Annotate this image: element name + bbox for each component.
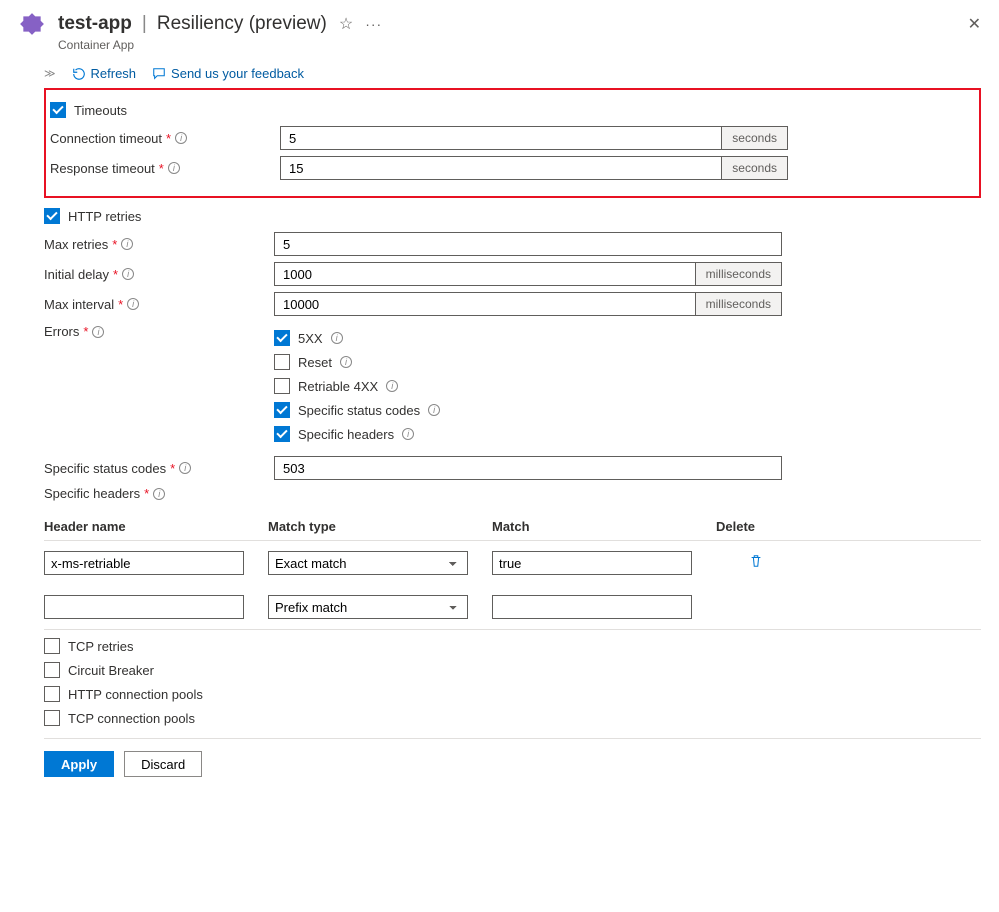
specific-headers-table: Header name Match type Match Delete Exac… [44,513,981,630]
timeouts-label: Timeouts [74,103,127,118]
max-retries-input[interactable] [274,232,782,256]
response-timeout-input[interactable] [280,156,722,180]
feedback-button[interactable]: Send us your feedback [152,66,304,81]
error-specific-codes-checkbox[interactable] [274,402,290,418]
connection-timeout-unit: seconds [722,126,788,150]
refresh-icon [72,67,86,81]
header-name-input[interactable] [44,595,244,619]
info-icon[interactable] [153,488,165,500]
info-icon[interactable] [386,380,398,392]
max-interval-input[interactable] [274,292,696,316]
table-row: Exact match [44,541,981,585]
delete-row-button[interactable] [716,554,796,572]
info-icon[interactable] [331,332,343,344]
error-specific-headers-checkbox[interactable] [274,426,290,442]
max-interval-unit: milliseconds [696,292,782,316]
resource-type-label: Container App [58,38,999,60]
error-reset-checkbox[interactable] [274,354,290,370]
match-type-select[interactable]: Exact match [268,551,468,575]
match-type-select[interactable]: Prefix match [268,595,468,619]
tcp-pools-checkbox[interactable] [44,710,60,726]
info-icon[interactable] [122,268,134,280]
feedback-icon [152,67,166,81]
match-input[interactable] [492,595,692,619]
initial-delay-input[interactable] [274,262,696,286]
page-section: Resiliency (preview) [157,13,327,35]
app-icon [18,10,46,38]
page-title: test-app | Resiliency (preview) [58,13,327,35]
col-match: Match [492,519,692,534]
max-interval-label: Max interval* [44,297,264,312]
response-timeout-unit: seconds [722,156,788,180]
info-icon[interactable] [168,162,180,174]
connection-timeout-input[interactable] [280,126,722,150]
expand-sidebar-icon[interactable]: ≫ [44,67,56,80]
initial-delay-unit: milliseconds [696,262,782,286]
trash-icon [749,554,763,568]
header-name-input[interactable] [44,551,244,575]
circuit-breaker-checkbox[interactable] [44,662,60,678]
http-pools-checkbox[interactable] [44,686,60,702]
errors-label: Errors* [44,322,264,339]
error-5xx-checkbox[interactable] [274,330,290,346]
discard-button[interactable]: Discard [124,751,202,777]
apply-button[interactable]: Apply [44,751,114,777]
more-menu-icon[interactable]: ··· [365,16,382,32]
timeouts-highlight-box: Timeouts Connection timeout* seconds Res… [44,88,981,198]
table-row: Prefix match [44,585,981,630]
initial-delay-label: Initial delay* [44,267,264,282]
info-icon[interactable] [428,404,440,416]
http-retries-checkbox[interactable] [44,208,60,224]
specific-codes-label: Specific status codes* [44,461,264,476]
info-icon[interactable] [127,298,139,310]
tcp-retries-checkbox[interactable] [44,638,60,654]
refresh-button[interactable]: Refresh [72,66,137,81]
info-icon[interactable] [92,326,104,338]
timeouts-checkbox[interactable] [50,102,66,118]
col-delete: Delete [716,519,796,534]
match-input[interactable] [492,551,692,575]
error-retriable4xx-checkbox[interactable] [274,378,290,394]
col-header-name: Header name [44,519,244,534]
specific-codes-input[interactable] [274,456,782,480]
response-timeout-label: Response timeout* [50,161,270,176]
close-icon[interactable]: ✕ [968,14,981,34]
info-icon[interactable] [121,238,133,250]
info-icon[interactable] [179,462,191,474]
max-retries-label: Max retries* [44,237,264,252]
info-icon[interactable] [402,428,414,440]
info-icon[interactable] [175,132,187,144]
app-name: test-app [58,13,132,35]
specific-headers-label: Specific headers* [44,486,264,501]
http-retries-label: HTTP retries [68,209,141,224]
connection-timeout-label: Connection timeout* [50,131,270,146]
favorite-star-icon[interactable]: ☆ [339,14,353,34]
info-icon[interactable] [340,356,352,368]
col-match-type: Match type [268,519,468,534]
